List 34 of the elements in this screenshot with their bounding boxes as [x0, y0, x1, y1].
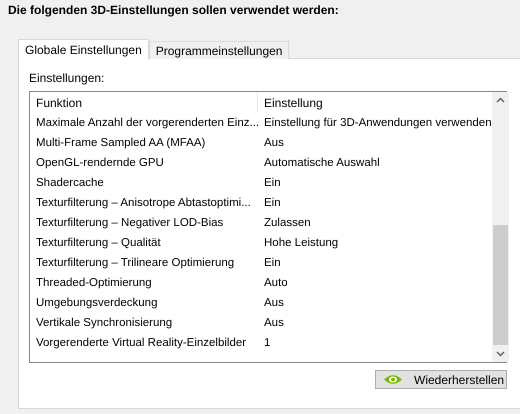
table-cell-text: Ein: [263, 197, 282, 209]
restore-button[interactable]: Wiederherstellen: [375, 370, 507, 389]
table-cell-text: Automatische Auswahl: [263, 157, 381, 169]
tab[interactable]: Programmeinstellungen: [148, 41, 290, 59]
table-cell-text: Zulassen: [263, 217, 312, 229]
column-header[interactable]: Funktion: [30, 93, 258, 113]
table-cell-text: Aus: [263, 317, 285, 329]
table-cell-text: Multi-Frame Sampled AA (MFAA): [35, 137, 206, 149]
settings-label: Einstellungen:: [29, 71, 106, 87]
table-cell-text: Threaded-Optimierung: [35, 277, 153, 289]
table-cell-text: Texturfilterung – Qualität: [35, 237, 162, 249]
table-cell-text: Texturfilterung – Negativer LOD-Bias: [35, 217, 224, 229]
table-cell-text: Texturfilterung – Anisotrope Abtastoptimi...: [35, 197, 252, 209]
table-cell-text: 1: [263, 337, 272, 349]
eye-logo-icon: [384, 374, 402, 385]
table-cell-text: Maximale Anzahl der vorgerenderten Einz...: [35, 117, 258, 129]
tab[interactable]: Globale Einstellungen: [18, 39, 149, 59]
table-cell-text: Ein: [263, 257, 282, 269]
table-cell-text: Aus: [263, 137, 285, 149]
column-header[interactable]: Einstellung: [258, 93, 492, 113]
table-cell-text: Hohe Leistung: [263, 237, 340, 249]
table-cell-text: Einstellung für 3D-Anwendungen verwenden: [263, 117, 492, 129]
table-cell-text: Ein: [263, 177, 282, 189]
table-cell-text: Aus: [263, 297, 285, 309]
table-cell-text: Umgebungsverdeckung: [35, 297, 158, 309]
table-cell-text: Texturfilterung – Trilineare Optimierung: [35, 257, 236, 269]
table-cell-text: OpenGL-rendernde GPU: [35, 157, 165, 169]
scrollbar[interactable]: [492, 92, 509, 362]
table-cell-text: Vertikale Synchronisierung: [35, 317, 174, 329]
section-heading: Die folgenden 3D-Einstellungen sollen verwendet werden:: [8, 3, 340, 19]
table-cell-text: Vorgerenderte Virtual Reality-Einzelbilder: [35, 337, 248, 349]
scroll-thumb[interactable]: [492, 225, 508, 345]
table-cell-text: Shadercache: [35, 177, 105, 189]
table-cell-text: Auto: [263, 277, 289, 289]
